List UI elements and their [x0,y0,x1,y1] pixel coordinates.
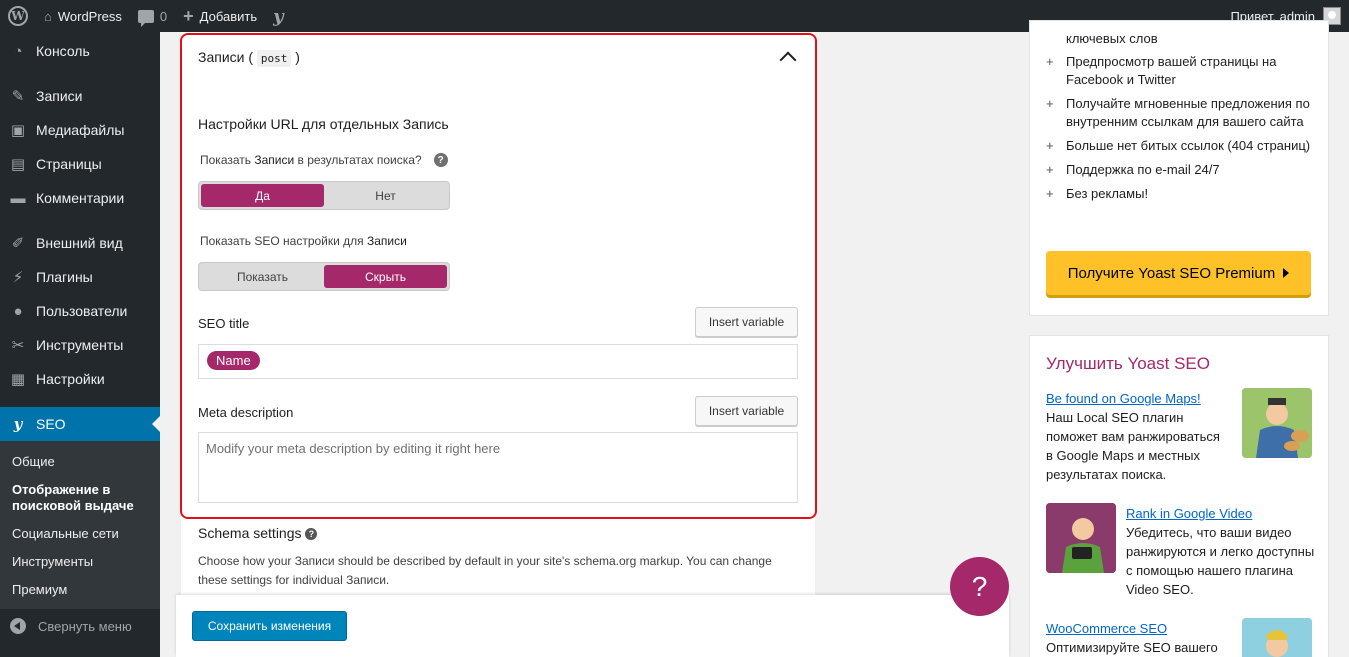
premium-box: ключевых слов Предпросмотр вашей страниц… [1029,20,1329,316]
comments-icon: ▬ [10,189,26,207]
submenu-general[interactable]: Общие [0,448,160,476]
list-item: Be found on Google Maps! Наш Local SEO п… [1046,389,1226,484]
site-name-link[interactable]: ⌂ WordPress [36,0,130,32]
sidebar-item-pages[interactable]: ▤ Страницы [0,147,160,181]
premium-features-list: Предпросмотр вашей страницы на Facebook … [1046,53,1316,209]
cameraman-illustration [1046,503,1116,573]
sidebar-item-appearance[interactable]: ✐ Внешний вид [0,226,160,260]
collapse-icon [10,618,26,634]
media-icon: ▣ [10,122,26,139]
comments-count: 0 [159,8,168,24]
site-name: WordPress [57,8,122,24]
tools-icon: ✂ [11,337,25,354]
schema-settings-heading: Schema settings ? [198,525,318,541]
list-item: Получайте мгновенные предложения по внут… [1046,95,1316,131]
seo-submenu: Общие Отображение в поисковой выдаче Соц… [0,441,160,609]
plugin-icon: ⚡ [12,269,24,286]
help-icon[interactable]: ? [305,528,318,541]
submenu-social[interactable]: Социальные сети [0,520,160,548]
sidebar-item-media[interactable]: ▣ Медиафайлы [0,113,160,147]
video-seo-link[interactable]: Rank in Google Video [1126,504,1316,523]
yoast-adminbar-button[interactable]: y [265,0,291,32]
chef-illustration [1242,388,1312,458]
submenu-premium[interactable]: Премиум [0,576,160,604]
settings-icon: ▦ [10,371,26,388]
shopper-illustration [1242,618,1312,657]
pages-icon: ▤ [10,156,26,173]
new-label: Добавить [199,8,258,24]
plus-icon: + [183,6,194,26]
list-item: Больше нет битых ссылок (404 страниц) [1046,137,1316,155]
home-icon: ⌂ [44,8,52,24]
users-icon: ● [13,302,23,320]
list-item: Без рекламы! [1046,185,1316,203]
sidebar-item-comments[interactable]: ▬ Комментарии [0,181,160,215]
list-item: WooCommerce SEO Оптимизируйте SEO вашего [1046,619,1226,657]
collapse-menu-button[interactable]: Свернуть меню [0,609,160,643]
admin-sidebar: ◔ Консоль ✎ Записи ▣ Медиафайлы ▤ Страни… [0,32,160,657]
pin-icon: ✎ [11,88,25,105]
sidebar-item-dashboard[interactable]: ◔ Консоль [0,34,160,68]
get-premium-button[interactable]: Получите Yoast SEO Premium [1046,251,1311,295]
list-item: Rank in Google Video Убедитесь, что ваши… [1126,504,1316,597]
list-item: Предпросмотр вашей страницы на Facebook … [1046,53,1316,89]
improve-yoast-box: Улучшить Yoast SEO Be found on Google Ma… [1029,335,1329,657]
new-content-link[interactable]: + Добавить [175,0,265,32]
wordpress-logo-button[interactable]: W [0,0,36,32]
yoast-icon: y [13,415,23,433]
woocommerce-seo-link[interactable]: WooCommerce SEO [1046,619,1226,638]
premium-partial-item: ключевых слов [1066,31,1158,46]
sidebar-item-tools[interactable]: ✂ Инструменты [0,328,160,362]
highlight-frame [180,33,817,519]
submenu-tools[interactable]: Инструменты [0,548,160,576]
list-item: Поддержка по e-mail 24/7 [1046,161,1316,179]
improve-title: Улучшить Yoast SEO [1046,354,1210,373]
comment-icon [137,9,154,27]
sidebar-item-settings[interactable]: ▦ Настройки [0,362,160,396]
sidebar-item-users[interactable]: ● Пользователи [0,294,160,328]
brush-icon: ✐ [11,235,25,252]
save-bar: Сохранить изменения [176,595,1009,657]
wordpress-icon: W [8,6,28,26]
comments-link[interactable]: 0 [130,0,175,32]
dashboard-icon: ◔ [13,42,23,60]
sidebar-item-plugins[interactable]: ⚡ Плагины [0,260,160,294]
sidebar-item-posts[interactable]: ✎ Записи [0,79,160,113]
save-changes-button[interactable]: Сохранить изменения [192,611,347,641]
caret-right-icon [1283,268,1290,278]
local-seo-link[interactable]: Be found on Google Maps! [1046,389,1226,408]
help-center-button[interactable]: ? [950,557,1009,616]
sidebar-item-seo[interactable]: y SEO [0,407,160,441]
local-seo-thumbnail [1242,388,1312,458]
yoast-icon: y [273,5,284,27]
schema-description: Choose how your Записи should be describ… [198,554,772,587]
submenu-search-appearance[interactable]: Отображение в поисковой выдаче [0,476,160,520]
woocommerce-seo-thumbnail [1242,618,1312,657]
video-seo-thumbnail [1046,503,1116,573]
